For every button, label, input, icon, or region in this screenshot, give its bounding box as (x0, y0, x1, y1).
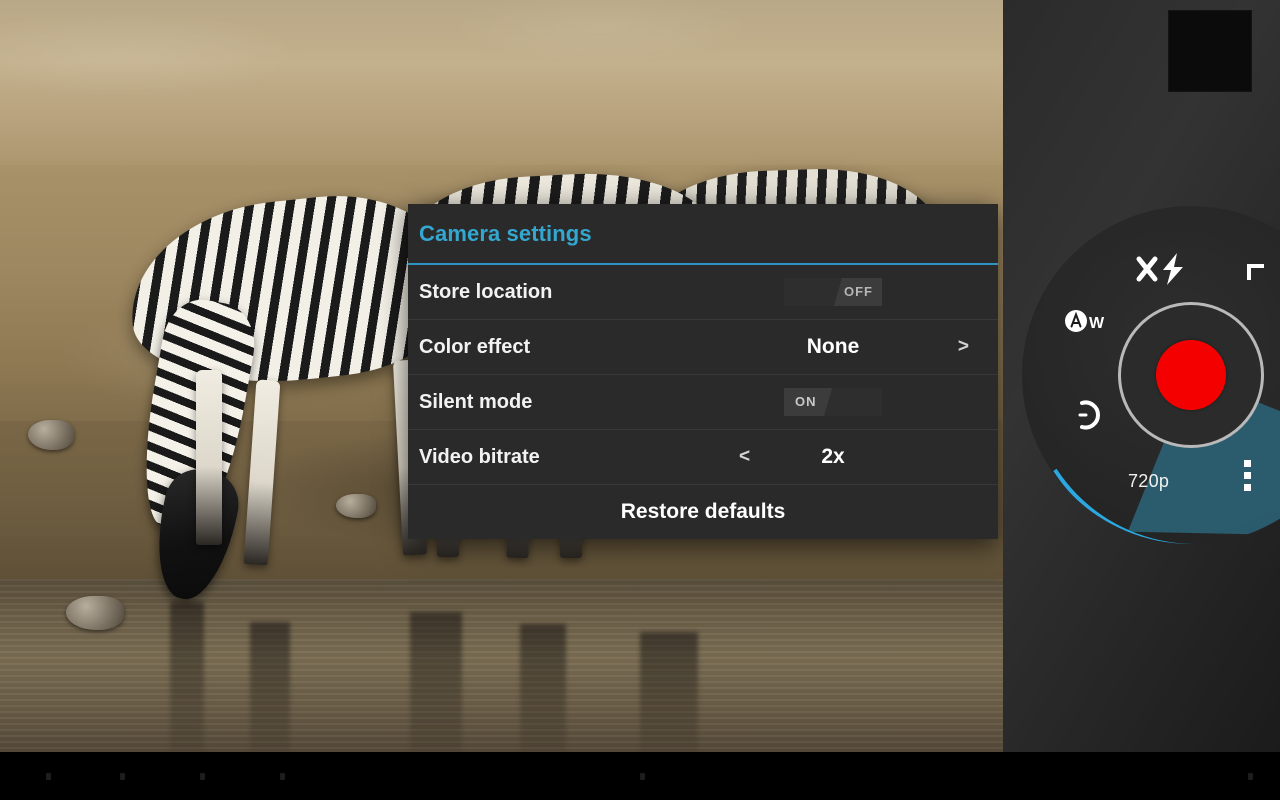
video-resolution-label[interactable]: 720p (1128, 471, 1169, 492)
store-location-toggle[interactable]: OFF (784, 278, 882, 306)
white-balance-auto-icon[interactable]: W (1063, 308, 1113, 340)
scene-water (0, 579, 1003, 752)
dot (1244, 460, 1251, 467)
page-title: Camera settings (419, 221, 592, 247)
svg-text:W: W (1089, 315, 1105, 332)
settings-row-label: Video bitrate (419, 446, 679, 469)
nav-dot (200, 773, 205, 780)
rock-3 (336, 494, 376, 518)
restore-defaults-label: Restore defaults (621, 500, 786, 524)
chevron-right-icon[interactable]: > (958, 336, 969, 358)
clipped-setting-icon[interactable] (1244, 256, 1274, 292)
camera-settings-dialog: Camera settings Store location OFF Color… (408, 204, 998, 539)
nav-dot (46, 773, 51, 780)
color-effect-control[interactable]: None > (679, 320, 987, 374)
rock-2 (66, 596, 124, 630)
dialog-title-bar: Camera settings (408, 204, 998, 265)
settings-row-silent-mode[interactable]: Silent mode ON (408, 375, 998, 430)
video-bitrate-control[interactable]: < 2x (679, 430, 987, 484)
toggle-state-label: OFF (844, 278, 873, 306)
last-capture-thumbnail[interactable] (1168, 10, 1252, 92)
settings-row-label: Color effect (419, 336, 679, 359)
video-bitrate-value: 2x (821, 445, 844, 469)
color-effect-value: None (807, 335, 860, 359)
water-reflection-2 (250, 622, 290, 752)
countdown-timer-icon[interactable] (1070, 398, 1104, 438)
restore-defaults-button[interactable]: Restore defaults (408, 485, 998, 539)
toggle-knob (784, 278, 842, 306)
store-location-control[interactable]: OFF (679, 265, 987, 319)
settings-row-color-effect[interactable]: Color effect None > (408, 320, 998, 375)
nav-dot (1248, 773, 1253, 780)
settings-row-label: Store location (419, 281, 679, 304)
camera-app-screen: Camera settings Store location OFF Color… (0, 0, 1280, 800)
overflow-menu-icon[interactable] (1244, 460, 1251, 491)
dot (1244, 472, 1251, 479)
dot (1244, 484, 1251, 491)
camera-control-wheel[interactable]: W 720p (1022, 206, 1280, 544)
nav-dot (120, 773, 125, 780)
water-reflection-4 (520, 624, 566, 752)
shutter-ring (1118, 302, 1264, 448)
water-reflection-1 (170, 602, 204, 752)
nav-dot (280, 773, 285, 780)
zebra-leg-1 (196, 370, 222, 545)
toggle-state-label: ON (795, 388, 817, 416)
toggle-knob (824, 388, 882, 416)
settings-row-store-location[interactable]: Store location OFF (408, 265, 998, 320)
chevron-left-icon[interactable]: < (739, 446, 750, 468)
android-navigation-bar (0, 752, 1280, 800)
scene-background-far (0, 0, 1003, 180)
camera-control-panel: W 720p (1003, 0, 1280, 752)
rock-1 (28, 420, 74, 450)
silent-mode-toggle[interactable]: ON (784, 388, 882, 416)
settings-row-video-bitrate[interactable]: Video bitrate < 2x (408, 430, 998, 485)
settings-row-label: Silent mode (419, 391, 679, 414)
nav-dot (640, 773, 645, 780)
silent-mode-control[interactable]: ON (679, 375, 987, 429)
water-reflection-5 (640, 632, 698, 752)
record-button[interactable] (1156, 340, 1226, 410)
flash-off-icon[interactable] (1135, 252, 1191, 292)
water-reflection-3 (410, 612, 462, 752)
